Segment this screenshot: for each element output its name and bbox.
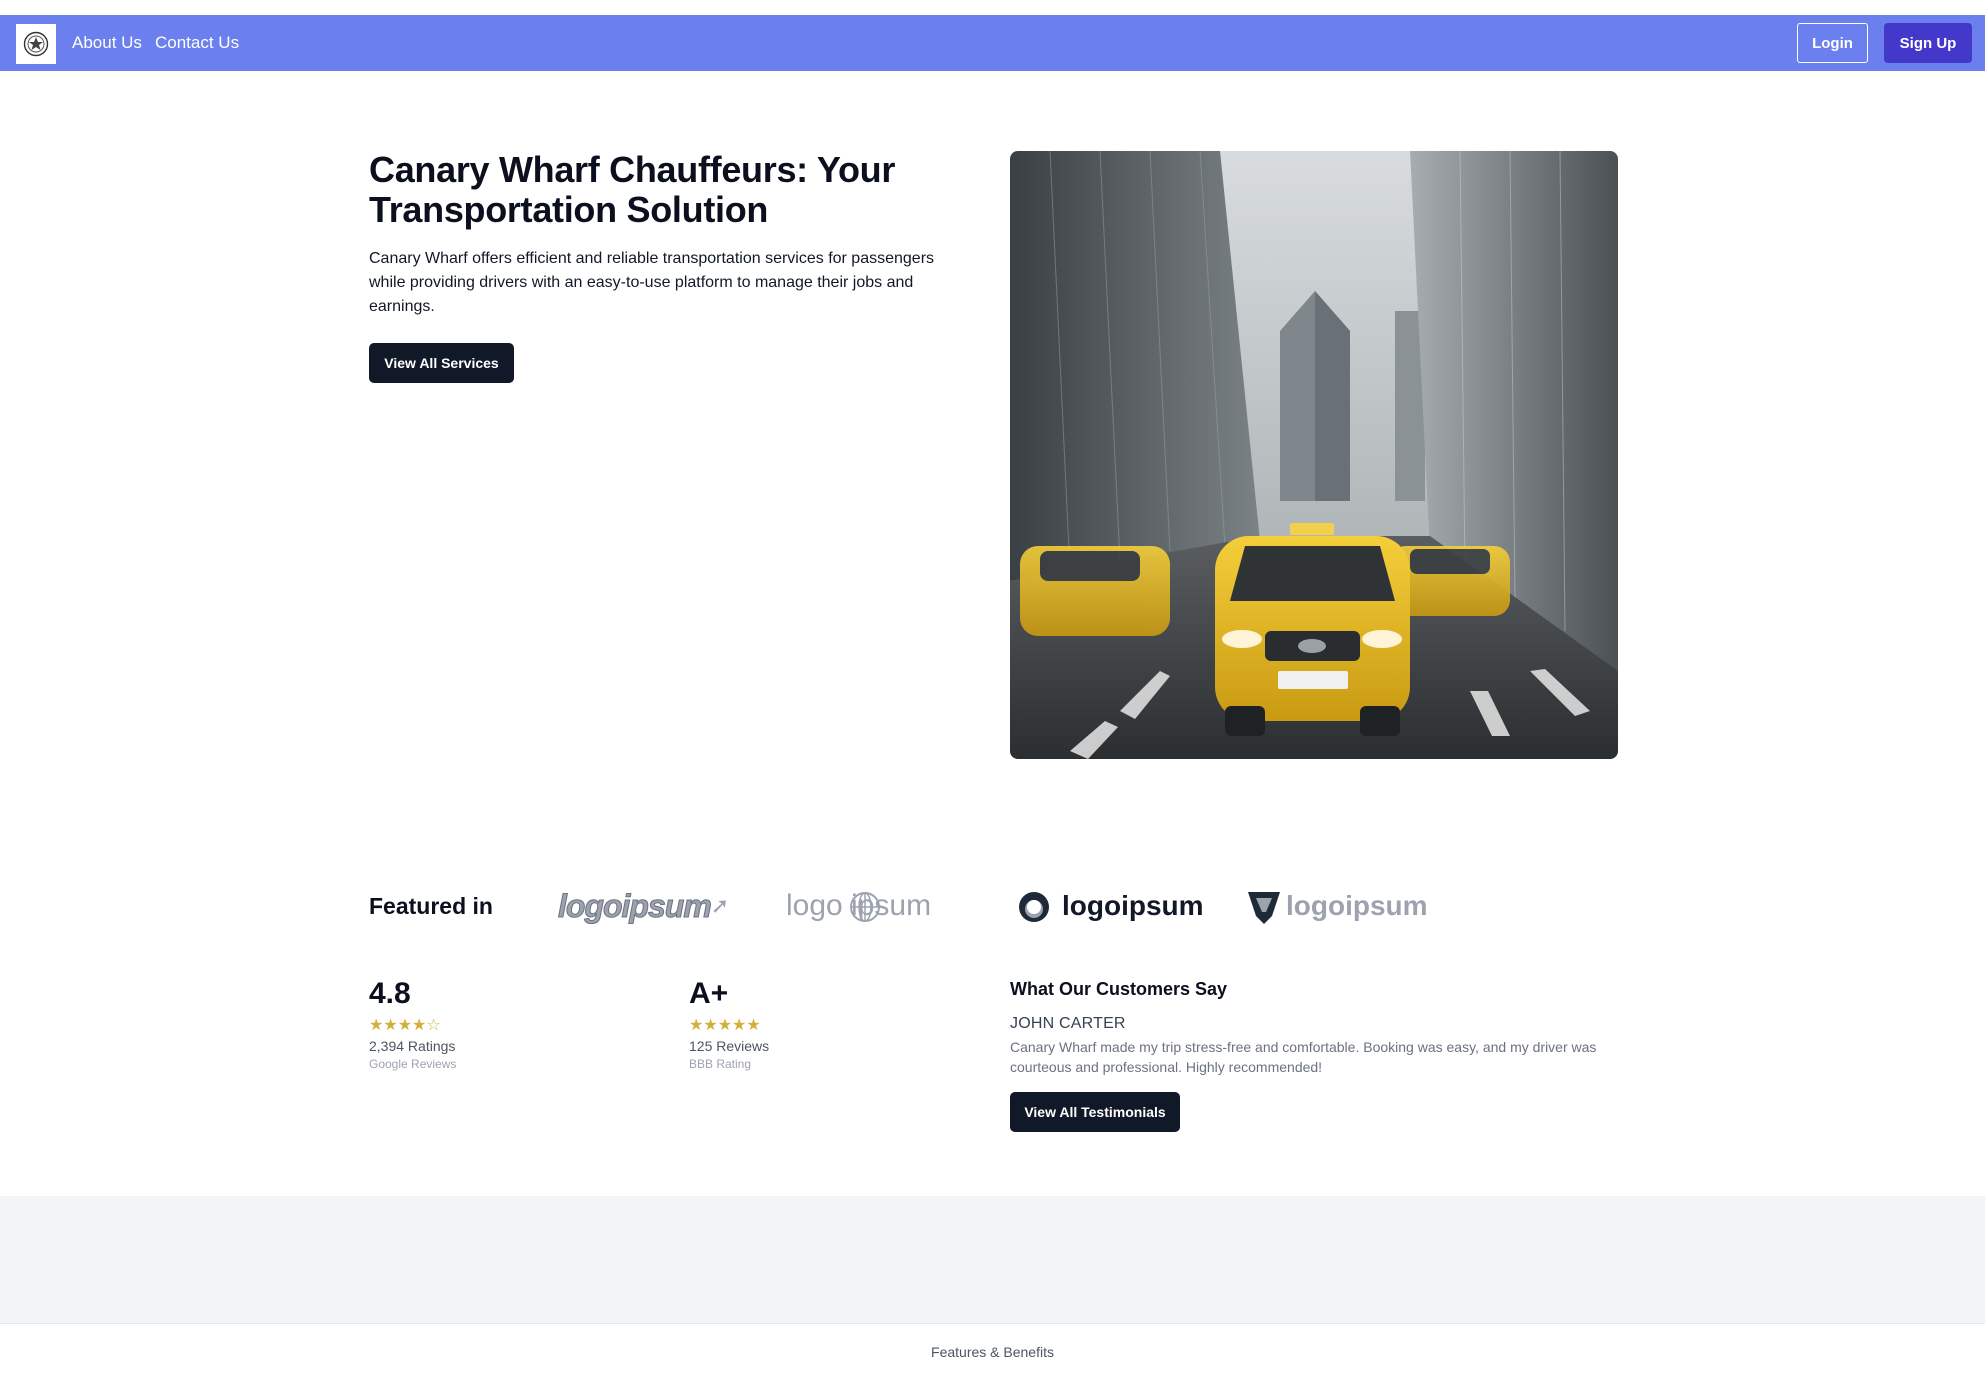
testimonial-author: JOHN CARTER xyxy=(1010,1015,1126,1032)
nav-link-about-us[interactable]: About Us xyxy=(72,15,142,71)
shield-logo-icon xyxy=(1244,886,1284,931)
bbb-rating-stars: ★★★★★ xyxy=(689,1017,761,1034)
taxi-street-photo xyxy=(1010,151,1618,759)
logo-arrow-icon: ➚ xyxy=(710,893,729,918)
featured-logo-3: logoipsum xyxy=(1062,890,1204,921)
google-reviews-source: Google Reviews xyxy=(369,1057,457,1071)
testimonial-quote: Canary Wharf made my trip stress-free an… xyxy=(1010,1039,1597,1075)
company-logo[interactable] xyxy=(16,24,56,64)
gray-section-band xyxy=(0,1196,1985,1324)
nav-link-contact-us[interactable]: Contact Us xyxy=(155,15,239,71)
top-navbar: About Us Contact Us Login Sign Up xyxy=(0,15,1985,71)
google-ratings-count: 2,394 Ratings xyxy=(369,1038,456,1054)
globe-icon xyxy=(848,888,882,931)
hero-description: Canary Wharf offers efficient and reliab… xyxy=(369,250,935,315)
hero-image xyxy=(1010,151,1618,759)
company-emblem-icon xyxy=(23,31,49,57)
view-all-services-button[interactable]: View All Services xyxy=(369,343,514,383)
bbb-rating-value: A+ xyxy=(689,977,729,1010)
bbb-rating-source: BBB Rating xyxy=(689,1057,752,1071)
hero-title: Canary Wharf Chauffeurs: Your Transporta… xyxy=(369,149,896,230)
testimonials-heading: What Our Customers Say xyxy=(1010,979,1228,999)
login-button[interactable]: Login xyxy=(1797,23,1868,63)
google-rating-value: 4.8 xyxy=(369,977,411,1010)
featured-logo-1: logoipsum ➚ xyxy=(558,887,730,924)
bbb-reviews-count: 125 Reviews xyxy=(689,1038,770,1054)
featured-logo-4: logoipsum xyxy=(1286,890,1428,921)
view-all-testimonials-button[interactable]: View All Testimonials xyxy=(1010,1092,1180,1132)
google-rating-stars: ★★★★☆ xyxy=(369,1017,441,1034)
ring-logo-icon xyxy=(1016,888,1052,931)
signup-button[interactable]: Sign Up xyxy=(1884,23,1972,63)
features-benefits-label: Features & Benefits xyxy=(931,1344,1054,1360)
featured-in-label: Featured in xyxy=(369,893,493,919)
